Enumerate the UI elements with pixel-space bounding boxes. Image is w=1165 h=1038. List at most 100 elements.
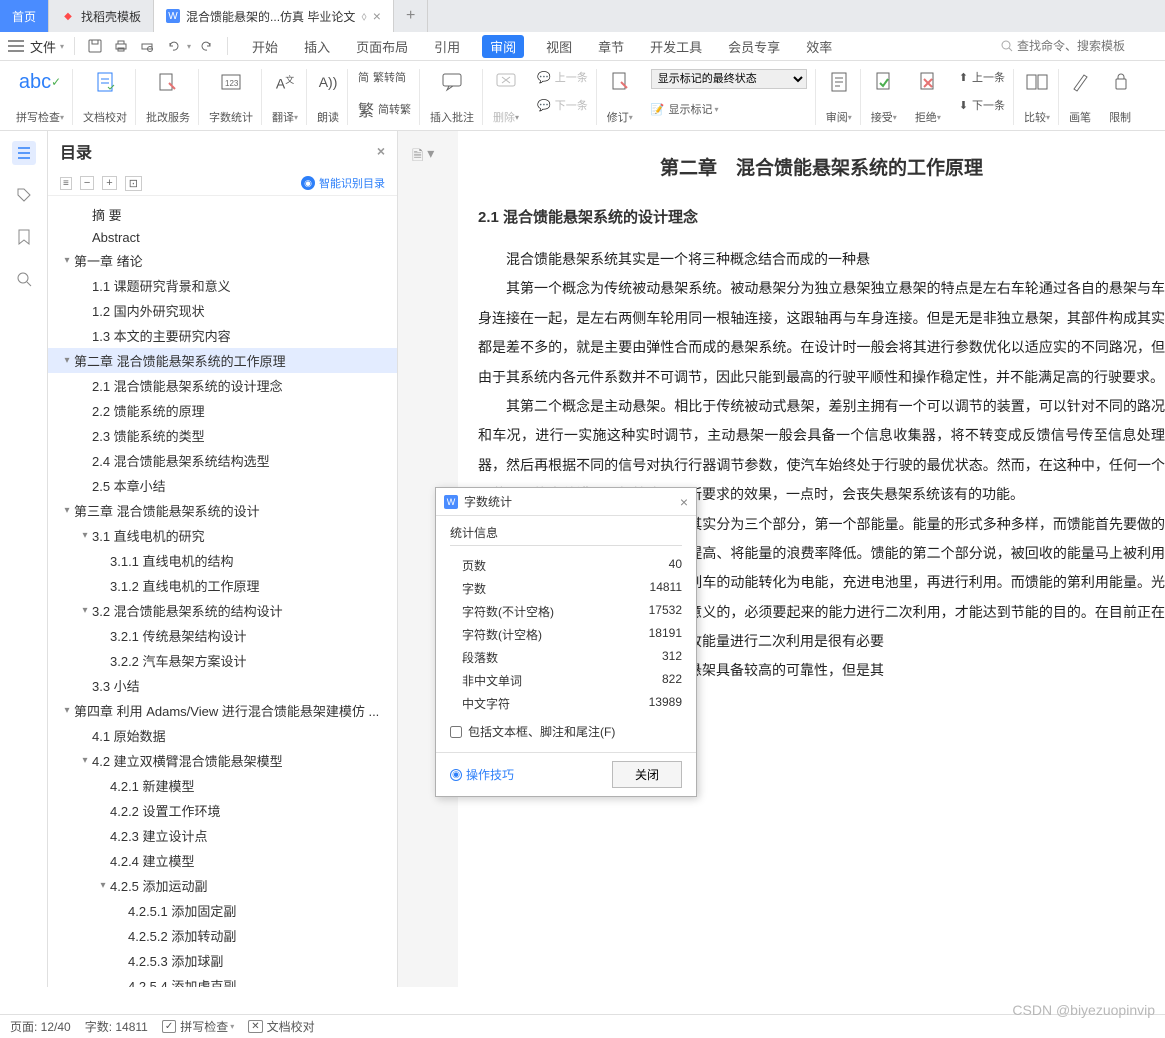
outline-item[interactable]: ▾4.2 建立双横臂混合馈能悬架模型 <box>48 748 397 773</box>
close-icon[interactable]: × <box>373 8 381 24</box>
outline-item[interactable]: ▾3.1 直线电机的研究 <box>48 523 397 548</box>
tool-insert-comment[interactable]: 插入批注 <box>422 69 483 125</box>
outline-item[interactable]: ▾3.2 混合馈能悬架系统的结构设计 <box>48 598 397 623</box>
minus-icon[interactable]: − <box>80 176 94 190</box>
ribbon-tab-chapter[interactable]: 章节 <box>594 35 628 58</box>
smart-outline-link[interactable]: ◉ 智能识别目录 <box>301 175 385 191</box>
outline-item[interactable]: 2.3 馈能系统的类型 <box>48 423 397 448</box>
pin-icon[interactable]: ⬨ <box>361 9 366 24</box>
outline-item[interactable]: 3.2.2 汽车悬架方案设计 <box>48 648 397 673</box>
rail-search-icon[interactable] <box>12 267 36 291</box>
next-change[interactable]: ⬇ 下一条 <box>959 97 1005 113</box>
hamburger-icon[interactable] <box>8 40 24 52</box>
outline-item[interactable]: 2.4 混合馈能悬架系统结构选型 <box>48 448 397 473</box>
outline-item[interactable]: 3.2.1 传统悬架结构设计 <box>48 623 397 648</box>
status-page[interactable]: 页面: 12/40 <box>10 1018 71 1035</box>
outline-item[interactable]: 4.2.5.3 添加球副 <box>48 948 397 973</box>
search-input[interactable] <box>1017 39 1157 53</box>
rail-outline-icon[interactable] <box>12 141 36 165</box>
outline-item[interactable]: 4.2.1 新建模型 <box>48 773 397 798</box>
undo-icon[interactable] <box>163 36 183 56</box>
outline-item[interactable]: ▾第三章 混合馈能悬架系统的设计 <box>48 498 397 523</box>
outline-item[interactable]: Abstract <box>48 227 397 248</box>
display-mark[interactable]: 📝 显示标记▾ <box>651 101 807 117</box>
outline-item[interactable]: 4.1 原始数据 <box>48 723 397 748</box>
outline-item[interactable]: 3.3 小结 <box>48 673 397 698</box>
save-icon[interactable] <box>85 36 105 56</box>
command-search[interactable] <box>1001 39 1157 53</box>
close-icon[interactable]: × <box>377 143 385 159</box>
outline-item[interactable]: 4.2.3 建立设计点 <box>48 823 397 848</box>
chevron-down-icon[interactable]: ▾ <box>427 145 434 169</box>
status-doccheck[interactable]: ✕ 文档校对 <box>248 1018 314 1035</box>
expand-icon[interactable]: ⊡ <box>125 176 142 191</box>
next-comment[interactable]: 💬 下一条 <box>537 97 588 113</box>
tool-to-simp[interactable]: 简 繁转简 <box>358 69 411 85</box>
outline-item[interactable]: ▾4.2.5 添加运动副 <box>48 873 397 898</box>
status-words[interactable]: 字数: 14811 <box>85 1018 148 1035</box>
tips-link[interactable]: ◉ 操作技巧 <box>450 766 514 783</box>
redo-icon[interactable] <box>197 36 217 56</box>
ribbon-tab-devtools[interactable]: 开发工具 <box>646 35 706 58</box>
tool-read[interactable]: A)) 朗读 <box>309 69 348 125</box>
tool-reject[interactable]: 拒绝▾ <box>907 69 949 125</box>
outline-item[interactable]: 1.3 本文的主要研究内容 <box>48 323 397 348</box>
tab-document[interactable]: W 混合馈能悬架的...仿真 毕业论文 ⬨ × <box>154 0 394 32</box>
tab-template[interactable]: ◆ 找稻壳模板 <box>49 0 154 32</box>
tool-compare[interactable]: 比较▾ <box>1016 69 1059 125</box>
outline-item[interactable]: 1.1 课题研究背景和意义 <box>48 273 397 298</box>
outline-item[interactable]: 2.2 馈能系统的原理 <box>48 398 397 423</box>
tool-delete-comment[interactable]: 删除▾ <box>485 69 527 125</box>
ribbon-tab-review[interactable]: 审阅 <box>482 35 524 58</box>
print-preview-icon[interactable] <box>137 36 157 56</box>
tab-home[interactable]: 首页 <box>0 0 49 32</box>
outline-item[interactable]: 2.5 本章小结 <box>48 473 397 498</box>
close-icon[interactable]: × <box>680 494 688 510</box>
ribbon-tab-reference[interactable]: 引用 <box>430 35 464 58</box>
outline-item[interactable]: 4.2.5.4 添加虎克副 <box>48 973 397 987</box>
outline-item[interactable]: 4.2.5.1 添加固定副 <box>48 898 397 923</box>
tab-new[interactable]: + <box>394 0 428 32</box>
outline-item[interactable]: 1.2 国内外研究现状 <box>48 298 397 323</box>
close-button[interactable]: 关闭 <box>612 761 682 788</box>
tool-wordcount[interactable]: 123 字数统计 <box>201 69 262 125</box>
outline-item[interactable]: 3.1.1 直线电机的结构 <box>48 548 397 573</box>
outline-item[interactable]: 摘 要 <box>48 202 397 227</box>
tool-spellcheck[interactable]: abc✓ 拼写检查▾ <box>8 69 73 125</box>
page-doc-icon[interactable]: 🗎 <box>412 145 423 169</box>
tool-revise[interactable]: 修订▾ <box>599 69 641 125</box>
tool-brush[interactable]: 画笔 <box>1061 69 1099 125</box>
tool-review[interactable]: 审阅▾ <box>818 69 861 125</box>
ribbon-tab-start[interactable]: 开始 <box>248 35 282 58</box>
tool-limit[interactable]: 限制 <box>1101 69 1139 125</box>
ribbon-tab-member[interactable]: 会员专享 <box>724 35 784 58</box>
outline-item[interactable]: ▾第二章 混合馈能悬架系统的工作原理 <box>48 348 397 373</box>
print-icon[interactable] <box>111 36 131 56</box>
outline-item[interactable]: 2.1 混合馈能悬架系统的设计理念 <box>48 373 397 398</box>
outline-item[interactable]: ▾第四章 利用 Adams/View 进行混合馈能悬架建模仿 ... <box>48 698 397 723</box>
tool-doccheck[interactable]: 文档校对 <box>75 69 136 125</box>
include-textbox-checkbox[interactable] <box>450 726 462 738</box>
prev-change[interactable]: ⬆ 上一条 <box>959 69 1005 85</box>
outline-item[interactable]: 3.1.2 直线电机的工作原理 <box>48 573 397 598</box>
ribbon-tab-view[interactable]: 视图 <box>542 35 576 58</box>
ribbon-tab-efficiency[interactable]: 效率 <box>802 35 836 58</box>
outline-item[interactable]: ▾第一章 绪论 <box>48 248 397 273</box>
file-menu[interactable]: 文件 <box>30 37 56 56</box>
ribbon-tab-insert[interactable]: 插入 <box>300 35 334 58</box>
display-state-select[interactable]: 显示标记的最终状态 <box>651 69 807 89</box>
tool-accept[interactable]: 接受▾ <box>863 69 905 125</box>
tool-approve[interactable]: 批改服务 <box>138 69 199 125</box>
rail-bookmark-icon[interactable] <box>12 225 36 249</box>
outline-item[interactable]: 4.2.2 设置工作环境 <box>48 798 397 823</box>
prev-comment[interactable]: 💬 上一条 <box>537 69 588 85</box>
tool-translate[interactable]: A文 翻译▾ <box>264 69 307 125</box>
collapse-icon[interactable]: ≡ <box>60 177 72 190</box>
plus-icon[interactable]: + <box>102 176 116 190</box>
ribbon-tab-layout[interactable]: 页面布局 <box>352 35 412 58</box>
outline-item[interactable]: 4.2.5.2 添加转动副 <box>48 923 397 948</box>
tool-to-trad[interactable]: 繁 简转繁 <box>358 97 411 121</box>
status-spellcheck[interactable]: ✓ 拼写检查▾ <box>162 1018 234 1035</box>
outline-item[interactable]: 4.2.4 建立模型 <box>48 848 397 873</box>
rail-tag-icon[interactable] <box>12 183 36 207</box>
